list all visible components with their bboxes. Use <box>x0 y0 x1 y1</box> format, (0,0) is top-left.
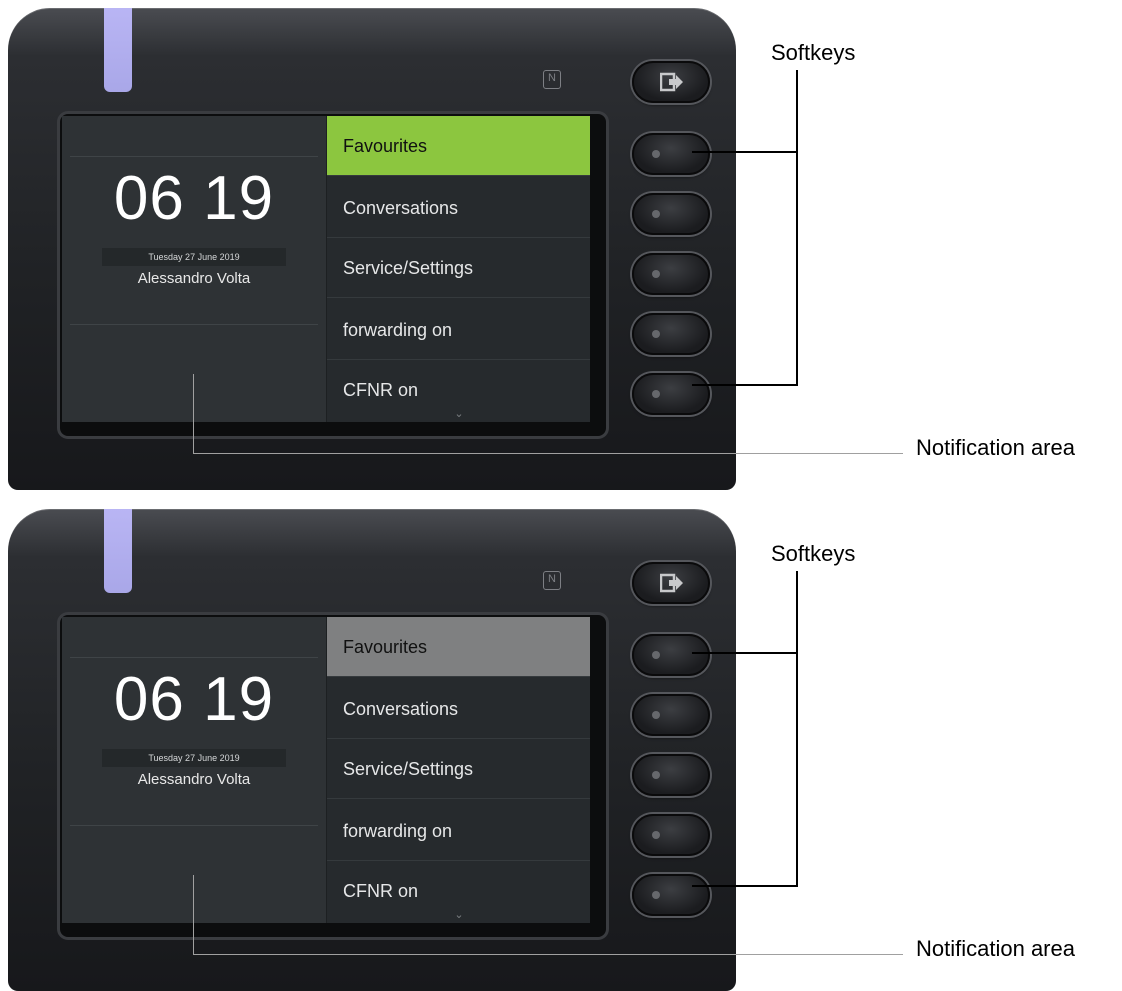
notification-callout-line <box>193 875 194 955</box>
notification-area-label: Notification area <box>916 435 1075 460</box>
softkeys-callout-line <box>692 151 797 153</box>
softkey-1[interactable] <box>632 634 710 676</box>
softkey-3[interactable] <box>632 253 710 295</box>
softkey-2[interactable] <box>632 193 710 235</box>
status-led <box>104 509 132 593</box>
softkey-indicator <box>652 891 660 899</box>
phone-panel-grey: N 06 19 Tuesday 27 June 2019 Alessandro … <box>0 501 1122 991</box>
nfc-icon: N <box>543 70 561 89</box>
notification-area <box>62 325 326 422</box>
menu-item-forwarding[interactable]: forwarding on <box>327 801 590 861</box>
menu-item-favourites[interactable]: Favourites <box>327 617 590 677</box>
menu-item-service-settings[interactable]: Service/Settings <box>327 739 590 799</box>
softkey-indicator <box>652 651 660 659</box>
menu-item-forwarding[interactable]: forwarding on <box>327 300 590 360</box>
clock-time: 06 19 <box>113 665 275 734</box>
chevron-down-icon: ⌄ <box>454 909 464 921</box>
softkey-2[interactable] <box>632 694 710 736</box>
softkeys-callout-line <box>692 384 798 386</box>
menu-item-favourites[interactable]: Favourites <box>327 116 590 176</box>
display-screen: 06 19 Tuesday 27 June 2019 Alessandro Vo… <box>62 116 590 422</box>
softkey-indicator <box>652 330 660 338</box>
logout-key[interactable] <box>632 61 710 103</box>
softkey-indicator <box>652 831 660 839</box>
softkeys-callout-line <box>692 885 798 887</box>
softkey-indicator <box>652 210 660 218</box>
notification-area-label: Notification area <box>916 936 1075 961</box>
divider <box>70 657 318 658</box>
main-menu: Favourites Conversations Service/Setting… <box>326 116 590 422</box>
phone-panel-green: N 06 19 Tuesday 27 June 2019 Alessandro … <box>0 0 1122 490</box>
softkey-indicator <box>652 390 660 398</box>
softkey-indicator <box>652 150 660 158</box>
softkeys-callout-line <box>796 70 798 386</box>
status-pane: 06 19 Tuesday 27 June 2019 Alessandro Vo… <box>62 617 326 923</box>
menu-item-service-settings[interactable]: Service/Settings <box>327 238 590 298</box>
date-label: Tuesday 27 June 2019 <box>102 248 286 266</box>
softkey-1[interactable] <box>632 133 710 175</box>
notification-callout-line <box>193 374 194 454</box>
user-name: Alessandro Volta <box>137 771 251 788</box>
divider <box>70 156 318 157</box>
main-menu: Favourites Conversations Service/Setting… <box>326 617 590 923</box>
softkey-4[interactable] <box>632 814 710 856</box>
status-pane: 06 19 Tuesday 27 June 2019 Alessandro Vo… <box>62 116 326 422</box>
clock-time: 06 19 <box>113 164 275 233</box>
notification-area <box>62 826 326 923</box>
softkey-4[interactable] <box>632 313 710 355</box>
user-name: Alessandro Volta <box>137 270 251 287</box>
logout-key[interactable] <box>632 562 710 604</box>
softkeys-callout-line <box>796 571 798 887</box>
notification-callout-line <box>193 954 903 955</box>
date-label: Tuesday 27 June 2019 <box>102 749 286 767</box>
notification-callout-line <box>193 453 903 454</box>
chevron-down-icon: ⌄ <box>454 408 464 420</box>
softkey-indicator <box>652 711 660 719</box>
menu-item-conversations[interactable]: Conversations <box>327 178 590 238</box>
softkey-indicator <box>652 771 660 779</box>
logout-icon <box>660 72 683 92</box>
menu-item-conversations[interactable]: Conversations <box>327 679 590 739</box>
softkey-3[interactable] <box>632 754 710 796</box>
status-led <box>104 8 132 92</box>
softkeys-label: Softkeys <box>771 40 856 65</box>
display-screen: 06 19 Tuesday 27 June 2019 Alessandro Vo… <box>62 617 590 923</box>
softkey-5[interactable] <box>632 874 710 916</box>
softkey-indicator <box>652 270 660 278</box>
softkeys-label: Softkeys <box>771 541 856 566</box>
nfc-icon: N <box>543 571 561 590</box>
softkeys-callout-line <box>692 652 797 654</box>
logout-icon <box>660 573 683 593</box>
softkey-5[interactable] <box>632 373 710 415</box>
